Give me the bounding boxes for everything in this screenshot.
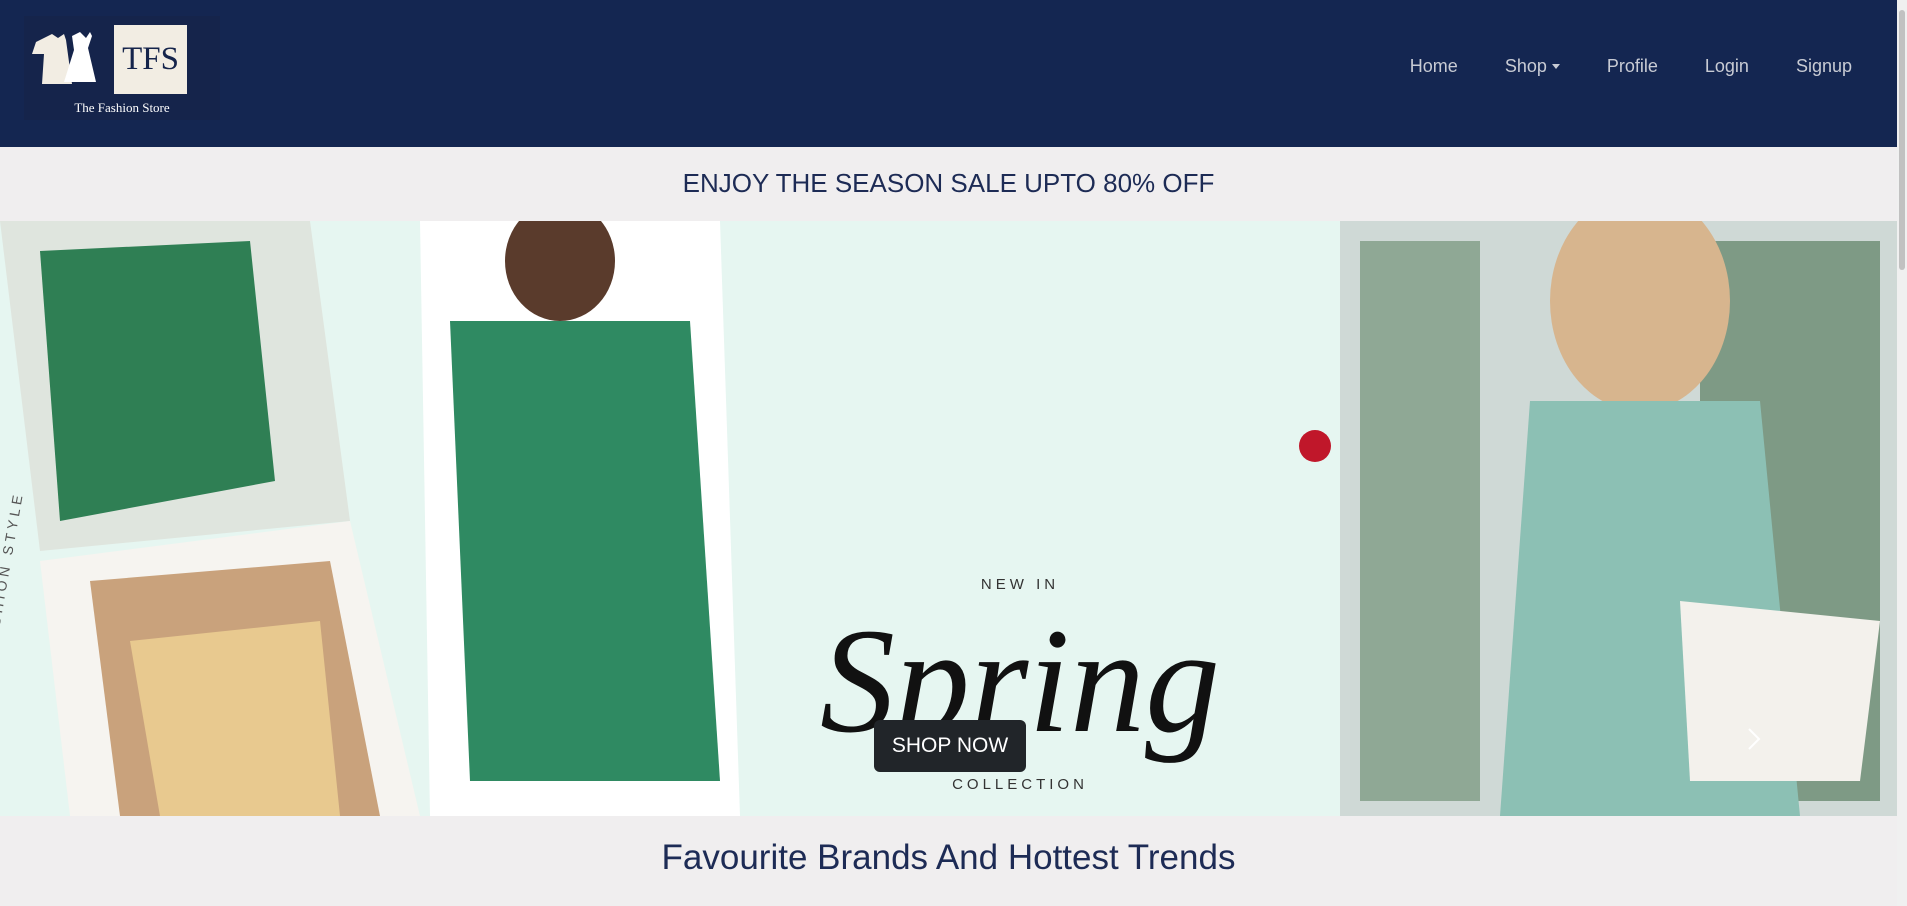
section-headline: Favourite Brands And Hottest Trends [661, 838, 1236, 877]
main-nav: Home Shop Profile Login Signup [1410, 56, 1852, 77]
scrollbar-thumb[interactable] [1899, 10, 1905, 270]
chevron-down-icon [1551, 64, 1560, 69]
nav-home-label: Home [1409, 56, 1458, 76]
hero-copy: NEW IN Spring COLLECTION [700, 396, 1340, 793]
shop-now-button[interactable]: SHOP NOW [874, 720, 1026, 772]
chevron-right-icon[interactable] [1742, 727, 1766, 751]
clothing-icon [32, 32, 96, 84]
logo-tagline: The Fashion Store [74, 100, 170, 115]
nav-home[interactable]: Home [1410, 56, 1458, 77]
nav-shop-label: Shop [1504, 56, 1547, 76]
hero-subtitle: COLLECTION [952, 776, 1088, 793]
hero-eyebrow: NEW IN [980, 576, 1060, 593]
logo[interactable]: TFS The Fashion Store [24, 16, 220, 120]
navbar: TFS The Fashion Store Home Shop Profile … [0, 0, 1897, 147]
sale-banner-text: ENJOY THE SEASON SALE UPTO 80% OFF [682, 168, 1215, 198]
nav-shop-dropdown[interactable]: Shop [1505, 56, 1560, 77]
nav-profile[interactable]: Profile [1607, 56, 1658, 77]
nav-login[interactable]: Login [1705, 56, 1749, 77]
nav-login-label: Login [1704, 56, 1749, 76]
right-model [1299, 221, 1897, 816]
nav-signup-label: Signup [1795, 56, 1852, 76]
nav-profile-label: Profile [1606, 56, 1658, 76]
center-model [420, 221, 740, 816]
nav-signup[interactable]: Signup [1796, 56, 1852, 77]
page-scrollbar[interactable] [1897, 0, 1907, 906]
logo-mark-text: TFS [114, 25, 187, 94]
